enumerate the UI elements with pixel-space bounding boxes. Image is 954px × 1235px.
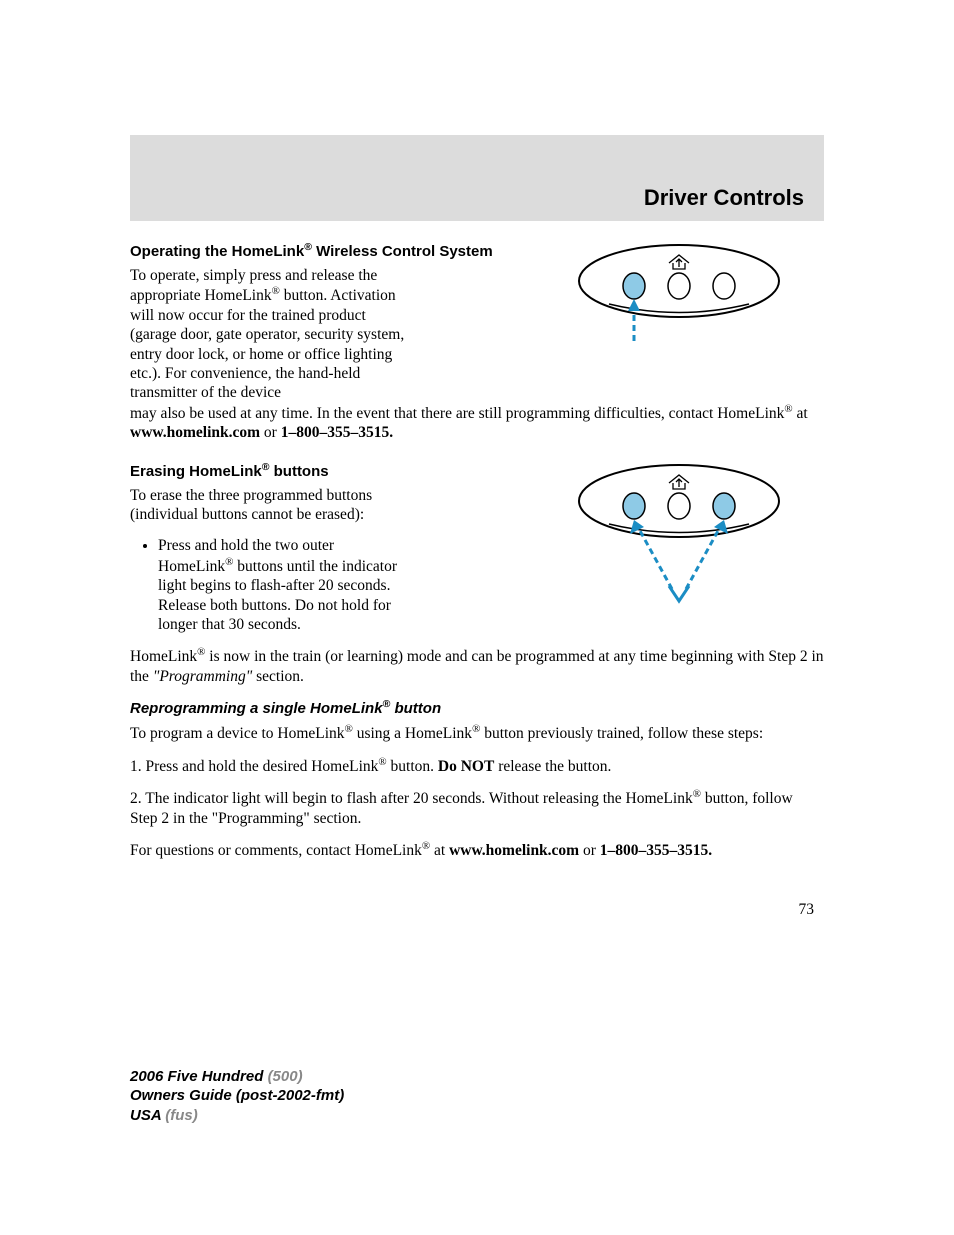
erasing-section: Erasing HomeLink® buttons To erase the t… — [130, 461, 824, 687]
homelink-diagram-1 — [564, 241, 794, 351]
footer-line1: 2006 Five Hundred (500) — [130, 1067, 344, 1087]
footer-line2: Owners Guide (post-2002-fmt) — [130, 1086, 344, 1106]
reprogram-intro: To program a device to HomeLink® using a… — [130, 723, 824, 744]
operating-section: Operating the HomeLink® Wireless Control… — [130, 241, 824, 443]
homelink-diagram-2 — [564, 461, 794, 611]
chapter-header: Driver Controls — [130, 135, 824, 221]
footer-metadata: 2006 Five Hundred (500) Owners Guide (po… — [130, 1067, 344, 1126]
chapter-title: Driver Controls — [644, 185, 804, 210]
operating-para-wide: may also be used at any time. In the eve… — [130, 403, 824, 443]
operating-para-narrow: To operate, simply press and release the… — [130, 266, 410, 403]
page-number: 73 — [130, 901, 824, 919]
reprogram-section: Reprogramming a single HomeLink® button … — [130, 698, 824, 861]
erasing-bullet-1: Press and hold the two outer HomeLink® b… — [158, 536, 408, 634]
reprogram-contact: For questions or comments, contact HomeL… — [130, 840, 824, 861]
manual-page: Driver Controls Operating the HomeLink® … — [0, 0, 954, 919]
reprogram-step2: 2. The indicator light will begin to fla… — [130, 788, 824, 828]
reprogram-heading: Reprogramming a single HomeLink® button — [130, 698, 824, 717]
erasing-para2: HomeLink® is now in the train (or learni… — [130, 646, 824, 686]
erasing-para1: To erase the three programmed buttons (i… — [130, 486, 410, 525]
reprogram-step1: 1. Press and hold the desired HomeLink® … — [130, 756, 824, 777]
footer-line3: USA (fus) — [130, 1106, 344, 1126]
